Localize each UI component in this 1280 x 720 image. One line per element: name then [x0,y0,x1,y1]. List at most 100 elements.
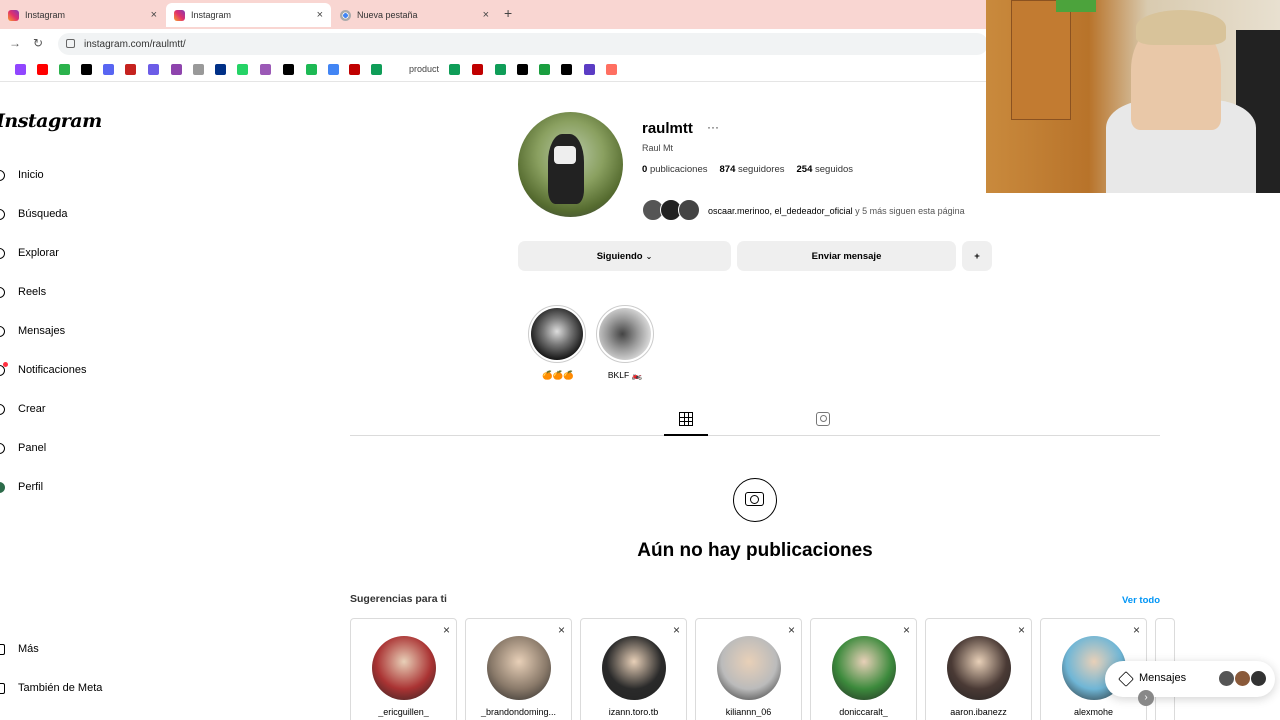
browser-tab-active[interactable]: Instagram × [166,3,331,27]
bookmark-icon[interactable] [148,64,159,75]
suggestion-card[interactable]: × kiliannn_06 [695,618,802,720]
suggestion-avatar[interactable] [832,636,896,700]
sidebar-item-label: Panel [18,442,47,454]
story-highlight[interactable] [596,305,654,363]
instagram-logo[interactable]: Instagram [0,110,102,132]
screen: Instagram × Instagram × Nueva pestaña × … [0,0,1280,720]
bookmark-icon[interactable] [15,64,26,75]
bookmark-icon[interactable] [237,64,248,75]
site-settings-icon[interactable] [66,39,75,48]
suggestion-avatar[interactable] [372,636,436,700]
bookmark-icon[interactable] [371,64,382,75]
bookmark-icon[interactable] [472,64,483,75]
suggestion-card[interactable]: × doniccaralt_ [810,618,917,720]
suggestion-card[interactable]: × _brandondoming... [465,618,572,720]
reload-icon[interactable]: ↻ [33,36,43,50]
tagged-icon[interactable] [816,412,830,426]
chevron-down-icon: ⌄ [645,251,653,261]
story-highlight[interactable] [528,305,586,363]
mutual-avatar [678,199,700,221]
url-text: instagram.com/raulmtt/ [84,38,186,50]
bookmark-icon[interactable] [193,64,204,75]
bookmark-icon[interactable] [349,64,360,75]
dismiss-suggestion-icon[interactable]: × [903,623,910,637]
profile-avatar-icon [0,481,5,493]
bookmark-icon[interactable] [449,64,460,75]
active-tab-indicator [664,434,708,436]
bookmark-icon[interactable] [539,64,550,75]
suggestion-card[interactable]: × izann.toro.tb [580,618,687,720]
bookmark-icon[interactable] [81,64,92,75]
bookmark-icon[interactable] [517,64,528,75]
camera-lens [750,495,759,504]
bookmark-icon[interactable] [561,64,572,75]
followers-label: seguidores [738,164,785,175]
suggestion-avatar[interactable] [487,636,551,700]
suggestion-avatar[interactable] [947,636,1011,700]
browser-tab[interactable]: Instagram × [0,3,165,27]
bookmark-icon[interactable] [215,64,226,75]
forward-icon[interactable]: → [9,36,21,50]
bookmark-icon[interactable] [328,64,339,75]
bookmark-icon[interactable] [59,64,70,75]
url-field[interactable]: instagram.com/raulmtt/ [58,33,988,55]
close-tab-icon[interactable]: × [317,9,323,21]
followers-stat[interactable]: 874 seguidores [720,164,785,175]
suggestion-username[interactable]: aaron.ibanezz [926,707,1031,717]
dismiss-suggestion-icon[interactable]: × [558,623,565,637]
suggestion-username[interactable]: kiliannn_06 [696,707,801,717]
bookmark-icon[interactable] [103,64,114,75]
chrome-icon [340,9,351,21]
bookmark-icon[interactable] [495,64,506,75]
dashboard-icon [0,442,5,454]
dismiss-suggestion-icon[interactable]: × [443,623,450,637]
close-tab-icon[interactable]: × [483,9,489,21]
suggestion-username[interactable]: _brandondoming... [466,707,571,717]
dismiss-suggestion-icon[interactable]: × [673,623,680,637]
see-all-link[interactable]: Ver todo [1122,595,1160,606]
suggestion-avatar[interactable] [602,636,666,700]
plus-icon [0,403,5,415]
following-label: seguidos [815,164,854,175]
send-message-button[interactable]: Enviar mensaje [737,241,956,271]
bookmark-icon[interactable] [260,64,271,75]
dismiss-suggestion-icon[interactable]: × [788,623,795,637]
bookmark-icon[interactable] [171,64,182,75]
search-icon [0,208,5,220]
suggestion-card[interactable]: × aaron.ibanezz [925,618,1032,720]
options-icon[interactable]: ··· [707,120,719,134]
mutual-followers-avatars[interactable] [642,199,706,221]
suggestion-username[interactable]: doniccaralt_ [811,707,916,717]
posts-label: publicaciones [649,164,708,175]
browser-tab[interactable]: Nueva pestaña × [332,3,497,27]
profile-avatar[interactable] [518,112,623,217]
following-button[interactable]: Siguiendo ⌄ [518,241,731,271]
close-tab-icon[interactable]: × [151,9,157,21]
suggestion-avatar[interactable] [717,636,781,700]
suggestion-username[interactable]: izann.toro.tb [581,707,686,717]
new-tab-button[interactable]: + [504,5,512,21]
suggestion-card[interactable]: × _ericguillen_ [350,618,457,720]
scroll-right-icon[interactable]: › [1138,690,1154,706]
profile-full-name: Raul Mt [642,143,674,153]
sidebar-item-label: Notificaciones [18,364,87,376]
bookmark-icon[interactable] [125,64,136,75]
instagram-icon [174,9,185,21]
add-person-icon: + [974,250,980,262]
messages-pill[interactable]: Mensajes [1105,661,1275,697]
mutual-followers-text[interactable]: oscaar.merinoo, el_dedeador_oficial y 5 … [708,206,965,216]
bookmark-label[interactable]: product [409,64,439,74]
suggestion-username[interactable]: _ericguillen_ [351,707,456,717]
dismiss-suggestion-icon[interactable]: × [1018,623,1025,637]
bookmark-icon[interactable] [584,64,595,75]
add-person-button[interactable]: + [962,241,992,271]
following-label: Siguiendo [596,250,643,262]
bookmark-icon[interactable] [306,64,317,75]
bookmark-icon[interactable] [37,64,48,75]
bookmark-icon[interactable] [606,64,617,75]
dismiss-suggestion-icon[interactable]: × [1133,623,1140,637]
following-stat[interactable]: 254 seguidos [797,164,854,175]
bookmark-icon[interactable] [283,64,294,75]
suggestion-username[interactable]: alexmohe [1041,707,1146,717]
posts-grid-icon[interactable] [679,412,693,426]
